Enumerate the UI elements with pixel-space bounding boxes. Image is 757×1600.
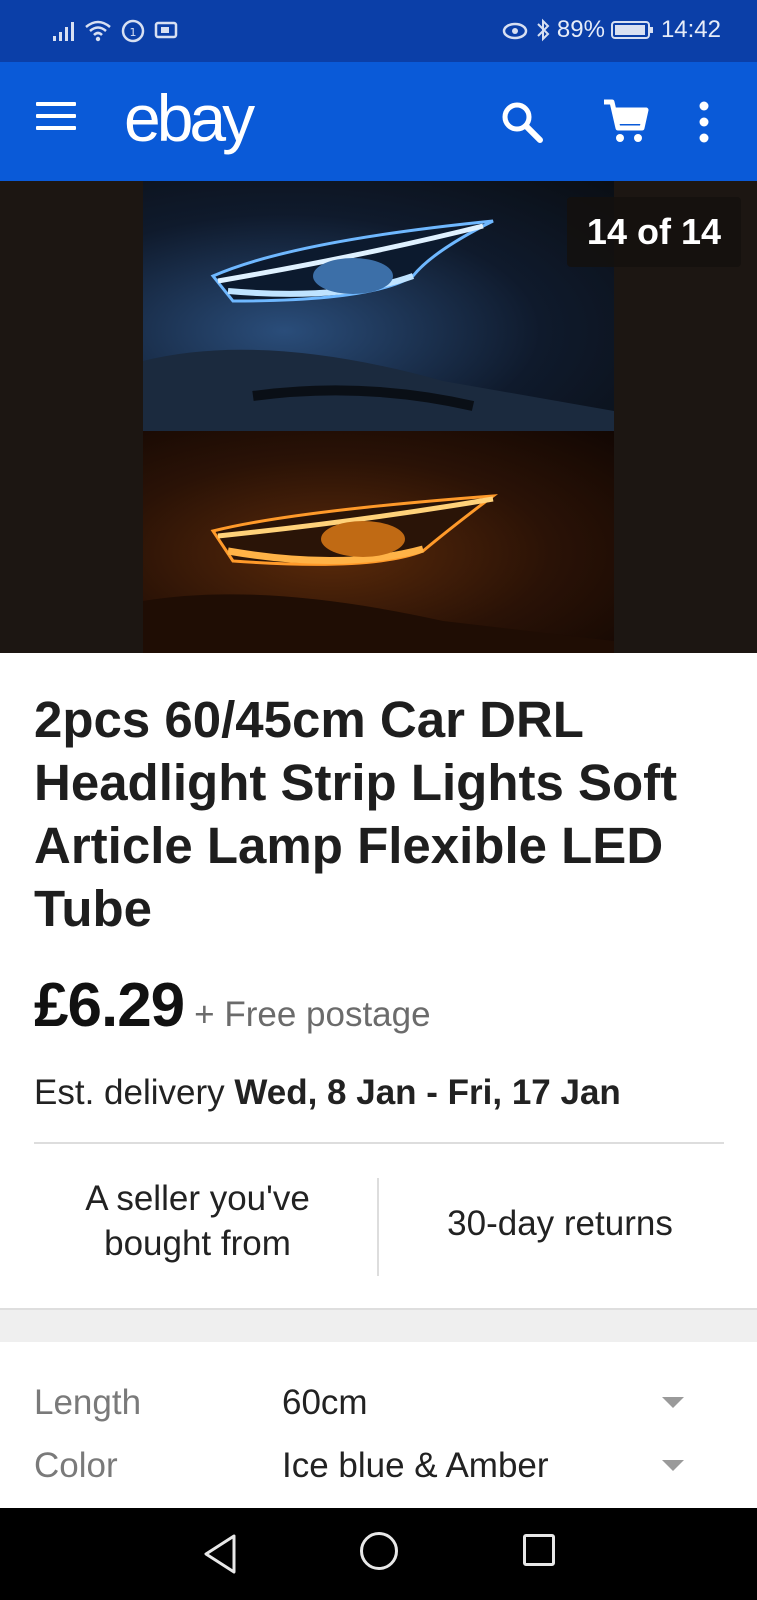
- option-label: Color: [34, 1446, 118, 1485]
- menu-line: [36, 126, 76, 130]
- badge-seller-bought-from: A seller you've bought from: [85, 1179, 310, 1263]
- status-left-icons: 1: [52, 18, 180, 44]
- badge-separator: [377, 1178, 379, 1276]
- delivery-dates: Wed, 8 Jan - Fri, 17 Jan: [234, 1073, 621, 1112]
- estimated-delivery: Est. delivery Wed, 8 Jan - Fri, 17 Jan: [34, 1073, 621, 1113]
- search-icon[interactable]: [498, 98, 546, 146]
- status-bar: 1 89% 14:42: [0, 0, 757, 62]
- photo-ice-blue-headlight: [143, 181, 614, 431]
- svg-text:1: 1: [130, 26, 137, 39]
- more-options-icon[interactable]: [694, 98, 714, 146]
- recent-apps-icon[interactable]: [523, 1534, 555, 1566]
- seller-badges: A seller you've bought from 30-day retur…: [0, 1176, 757, 1276]
- image-gallery[interactable]: 14 of 14: [0, 181, 757, 653]
- price: £6.29: [34, 971, 185, 1040]
- app-bar: ebay: [0, 62, 757, 181]
- photo-amber-headlight: [143, 431, 614, 653]
- signal-icon: [53, 22, 74, 41]
- section-separator: [0, 1308, 757, 1342]
- headlight-blue-drawing: [143, 219, 614, 431]
- listing-title: 2pcs 60/45cm Car DRL Headlight Strip Lig…: [34, 691, 678, 937]
- eye-comfort-icon: [502, 22, 528, 40]
- hamburger-menu-button[interactable]: [36, 102, 76, 142]
- chevron-down-icon[interactable]: [662, 1460, 684, 1471]
- option-length-select[interactable]: Length 60cm: [34, 1383, 724, 1437]
- cart-icon[interactable]: [600, 96, 650, 146]
- battery-icon: [610, 21, 653, 39]
- clock: 14:42: [660, 16, 721, 43]
- product-photo[interactable]: [143, 181, 614, 653]
- chevron-down-icon[interactable]: [662, 1397, 684, 1408]
- system-navigation-bar: [0, 1508, 757, 1600]
- option-color-select[interactable]: Color Ice blue & Amber: [34, 1446, 724, 1500]
- delivery-label: Est. delivery: [34, 1073, 225, 1112]
- home-icon[interactable]: [360, 1532, 398, 1570]
- option-label: Length: [34, 1383, 142, 1422]
- status-right-icons: 89% 14:42: [501, 16, 721, 44]
- ebay-logo[interactable]: ebay: [124, 80, 255, 156]
- option-value[interactable]: Ice blue & Amber: [282, 1446, 549, 1486]
- battery-percent: 89%: [556, 16, 605, 43]
- bluetooth-icon: [537, 18, 550, 42]
- headlight-amber-drawing: [143, 494, 614, 653]
- notification-app-icon: [154, 21, 178, 39]
- divider: [34, 1142, 724, 1144]
- menu-line: [36, 114, 76, 118]
- wifi-icon: [85, 20, 111, 42]
- menu-line: [36, 102, 76, 106]
- option-value[interactable]: 60cm: [282, 1383, 368, 1423]
- data-saver-icon: 1: [121, 19, 145, 43]
- image-counter: 14 of 14: [566, 197, 741, 267]
- badge-returns: 30-day returns: [447, 1204, 673, 1243]
- price-row: £6.29 + Free postage: [34, 970, 431, 1041]
- back-icon[interactable]: [200, 1532, 240, 1576]
- postage-info: + Free postage: [194, 995, 431, 1034]
